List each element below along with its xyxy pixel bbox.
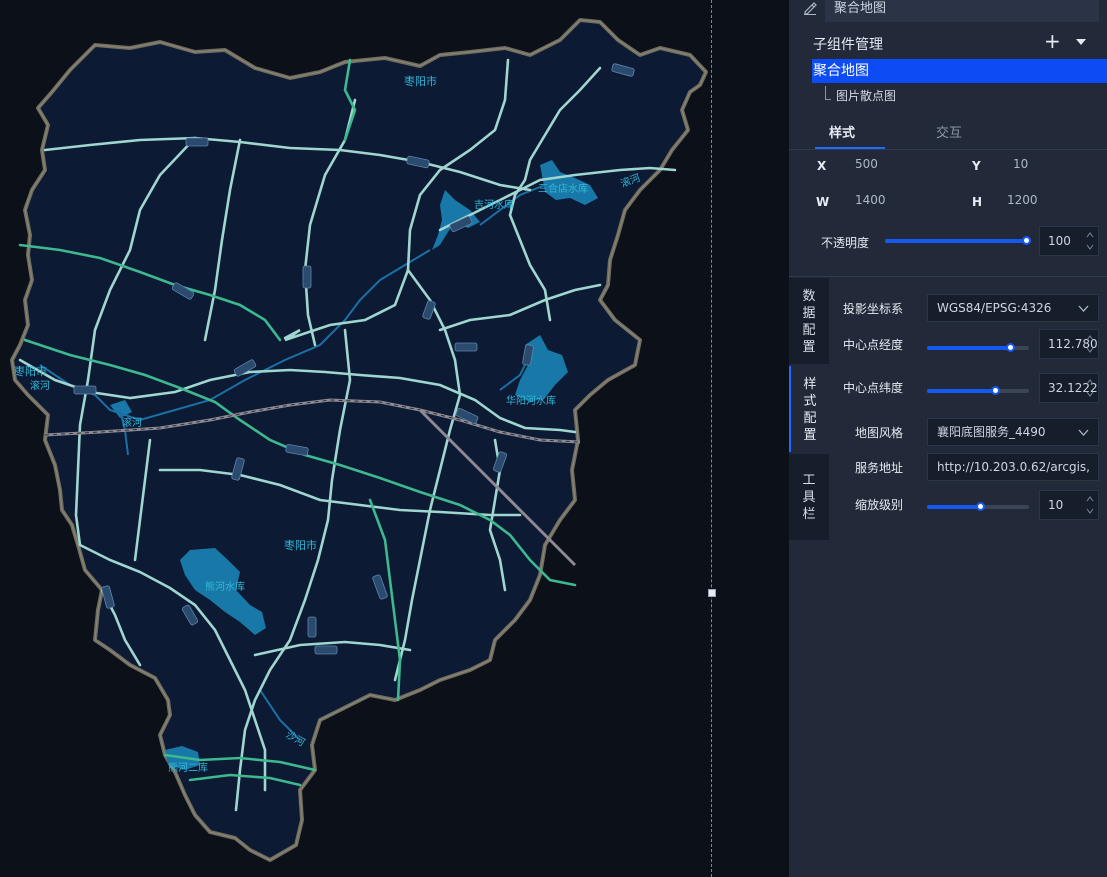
resize-handle[interactable] [708,589,716,597]
pencil-icon[interactable] [803,1,817,15]
opacity-label: 不透明度 [821,236,870,250]
slider-fill [885,239,1031,243]
map-label-sanhedian-reservoir: 三合店水库 [538,184,588,195]
zoom-level-input[interactable]: 10 [1039,490,1099,520]
vtab-char: 栏 [802,507,816,522]
slider-thumb[interactable] [1022,236,1031,245]
projection-value: WGS84/EPSG:4326 [937,301,1052,315]
vtab-data-config[interactable]: 数 据 配 置 [789,278,829,364]
w-label: W [816,195,830,209]
vtab-char: 置 [802,340,816,355]
component-title-row: 聚合地图 [789,0,1107,22]
h-label: H [972,195,983,209]
spin-down-icon[interactable] [1086,347,1094,353]
vtab-style-config[interactable]: 样 式 配 置 [789,366,829,452]
properties-panel: 聚合地图 子组件管理 + 聚合地图 图片散点图 样式 交互 X 500 Y 10… [789,0,1107,877]
zoom-level-label: 缩放级别 [855,498,904,512]
tab-divider [789,149,1107,150]
x-label: X [817,159,827,173]
center-lat-slider[interactable] [927,384,1029,398]
opacity-value: 100 [1048,234,1071,248]
projection-select[interactable]: WGS84/EPSG:4326 [927,294,1099,322]
map-label-xiongdong-reservoir: 熊河水库 [205,582,245,593]
opacity-slider[interactable] [885,234,1031,248]
map-label-dongfeng-reservoir: 华阳河水库 [506,396,556,407]
slider-thumb[interactable] [991,386,1000,395]
map-graphic [10,18,708,862]
center-lng-label: 中心点经度 [843,338,904,352]
vtab-char: 数 [802,289,816,304]
spin-down-icon[interactable] [1086,508,1094,514]
map-style-value: 襄阳底图服务_4490 [937,425,1046,439]
opacity-number-input[interactable]: 100 [1039,226,1099,256]
spin-up-icon[interactable] [1086,232,1094,238]
vtab-char: 据 [802,306,816,321]
chevron-down-icon [1078,305,1089,312]
vtab-char: 式 [803,394,817,409]
vtab-toolbar[interactable]: 工 具 栏 [789,454,829,540]
center-lat-label: 中心点纬度 [843,381,904,395]
y-value[interactable]: 10 [1013,157,1028,171]
center-lng-slider[interactable] [927,341,1029,355]
service-url-input[interactable]: http://10.203.0.62/arcgis, [927,453,1099,481]
map-style-label: 地图风格 [855,426,904,440]
component-name-input[interactable]: 聚合地图 [825,0,1099,22]
map-canvas[interactable]: 枣阳市 枣阳市 枣阳市 滚河 滚河 吉河水库 三合店水库 华阳河水库 熊河水库 … [0,0,789,877]
map-label-zaoyang-north: 枣阳市 [404,75,437,88]
x-value[interactable]: 500 [855,157,878,171]
map-label-reservoir-south: 熊河二库 [168,763,208,774]
plus-icon[interactable]: + [1044,31,1061,51]
tab-style[interactable]: 样式 [829,122,855,141]
slider-thumb[interactable] [1006,343,1015,352]
h-value[interactable]: 1200 [1007,193,1038,207]
center-lat-input[interactable]: 32.12225 [1039,373,1099,403]
vtab-char: 具 [802,490,816,505]
layer-item-aggregate-map[interactable]: 聚合地图 [812,59,1107,83]
spin-down-icon[interactable] [1086,391,1094,397]
tree-connector [825,86,831,100]
vtab-char: 配 [802,323,816,338]
slider-thumb[interactable] [976,502,985,511]
map-label-gunhe-lower: 滚河 [122,418,142,429]
map-style-select[interactable]: 襄阳底图服务_4490 [927,418,1099,446]
spin-down-icon[interactable] [1086,244,1094,250]
center-lng-input[interactable]: 112.7807 [1039,329,1099,359]
tab-interaction[interactable]: 交互 [936,122,962,141]
vtab-char: 置 [803,428,817,443]
subcomponent-section-title: 子组件管理 [813,37,883,53]
map-label-gunhe: 滚河 [30,381,50,392]
service-url-label: 服务地址 [855,461,904,475]
section-divider [789,276,1107,277]
layer-item-label: 图片散点图 [836,89,897,103]
canvas-guide-line [711,0,712,877]
county-boundary [10,18,708,862]
map-label-zaoyang-center: 枣阳市 [284,539,317,552]
slider-fill [927,505,981,509]
zoom-level-slider[interactable] [927,500,1029,514]
caret-down-icon[interactable] [1076,38,1086,46]
vtab-char: 样 [803,377,817,392]
w-value[interactable]: 1400 [855,193,886,207]
slider-fill [927,389,996,393]
map-label-jihe-reservoir: 吉河水库 [474,200,514,211]
slider-fill [927,346,1011,350]
spin-up-icon[interactable] [1086,379,1094,385]
spin-up-icon[interactable] [1086,335,1094,341]
vtab-char: 工 [802,473,816,488]
y-label: Y [972,159,981,173]
projection-label: 投影坐标系 [843,302,904,316]
spin-up-icon[interactable] [1086,496,1094,502]
vtab-char: 配 [803,411,817,426]
chevron-down-icon [1078,429,1089,436]
zoom-level-value: 10 [1048,498,1064,512]
